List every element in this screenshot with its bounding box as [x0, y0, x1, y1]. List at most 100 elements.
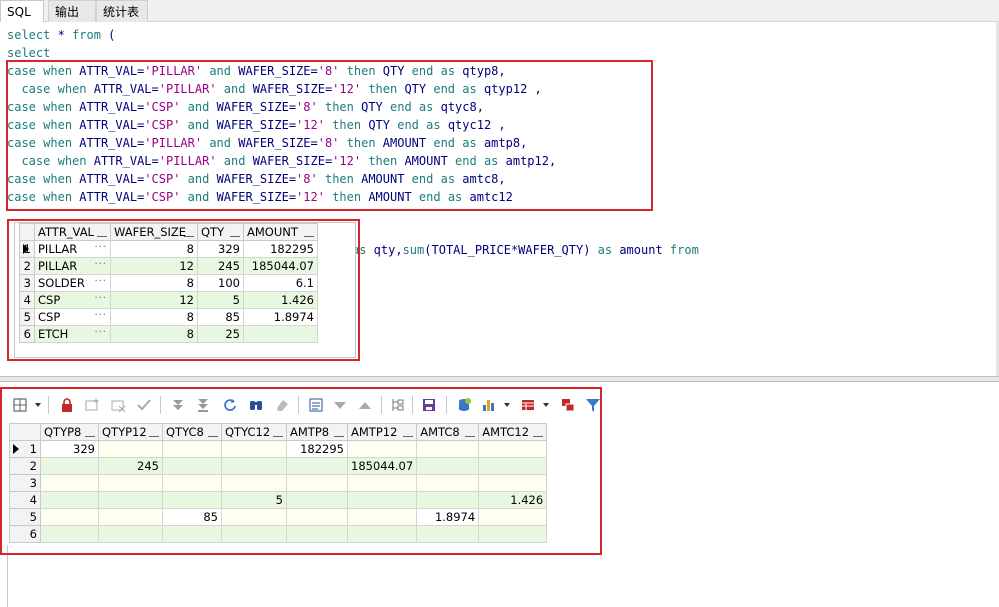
row-number[interactable]: 2: [9, 457, 41, 475]
cell-amtp8[interactable]: [286, 457, 348, 475]
cell-attr-val[interactable]: ETCH ···: [34, 325, 111, 343]
cell-attr-val[interactable]: PILLAR ···: [34, 240, 111, 258]
cell-qtyp8[interactable]: [40, 457, 99, 475]
result-col-amtc12[interactable]: AMTC12: [478, 423, 548, 441]
cell-wafer-size[interactable]: 8: [110, 325, 198, 343]
cell-wafer-size[interactable]: 8: [110, 308, 198, 326]
cell-attr-val[interactable]: CSP ···: [34, 308, 111, 326]
cell-attr-val[interactable]: CSP ···: [34, 291, 111, 309]
compare-icon[interactable]: [560, 397, 576, 413]
cell-qty[interactable]: 85: [197, 308, 244, 326]
ellipsis-icon[interactable]: ···: [94, 327, 107, 338]
cell-amtp8[interactable]: [286, 474, 348, 492]
cell-qtyp12[interactable]: [98, 525, 163, 543]
cell-amtc12[interactable]: [478, 508, 548, 526]
cell-qty[interactable]: 5: [197, 291, 244, 309]
cell-amtc8[interactable]: 1.8974: [416, 508, 480, 526]
row-number[interactable]: 4: [19, 291, 35, 309]
tab-output[interactable]: 输出: [48, 0, 96, 22]
cell-qtyc8[interactable]: [162, 491, 222, 509]
lock-icon[interactable]: [59, 397, 75, 413]
cell-amtc8[interactable]: [416, 440, 480, 458]
table-row[interactable]: 5 85 1.8974: [9, 508, 548, 526]
cell-qtyc8[interactable]: [162, 525, 222, 543]
cell-amtc8[interactable]: [416, 457, 480, 475]
cell-qtyc12[interactable]: [221, 440, 287, 458]
ellipsis-icon[interactable]: ···: [94, 276, 107, 287]
cell-amount[interactable]: 6.1: [243, 274, 318, 292]
new-record-icon[interactable]: [84, 397, 100, 413]
tab-statistics[interactable]: 统计表: [96, 0, 148, 22]
tab-sql[interactable]: SQL: [0, 0, 44, 23]
fetch-next-icon[interactable]: [170, 397, 186, 413]
cell-amtp12[interactable]: [346, 440, 418, 458]
cell-qtyp12[interactable]: 245: [98, 457, 163, 475]
cell-qtyp8[interactable]: [40, 491, 99, 509]
cell-amtp8[interactable]: [286, 508, 348, 526]
filter-icon[interactable]: [585, 397, 601, 413]
table-row[interactable]: 3 SOLDER ··· 8 100 6.1: [19, 274, 318, 292]
table-row[interactable]: 1 PILLAR ··· 8 329 182295: [19, 240, 318, 258]
query-icon[interactable]: [456, 397, 472, 413]
cell-qty[interactable]: 329: [197, 240, 244, 258]
cell-amount[interactable]: 1.426: [243, 291, 318, 309]
cell-amtc8[interactable]: [416, 491, 480, 509]
cell-qty[interactable]: 245: [197, 257, 244, 275]
cell-amtp12[interactable]: [346, 491, 418, 509]
result-col-qtyp12[interactable]: QTYP12: [98, 423, 163, 441]
table-row[interactable]: 6: [9, 525, 548, 543]
cell-amount[interactable]: 185044.07: [243, 257, 318, 275]
cell-wafer-size[interactable]: 12: [110, 257, 198, 275]
cell-attr-val[interactable]: SOLDER ···: [34, 274, 111, 292]
table-export-dropdown-icon[interactable]: [543, 403, 549, 407]
find-icon[interactable]: [248, 397, 264, 413]
cell-amtp12[interactable]: [346, 525, 418, 543]
table-row[interactable]: 2 PILLAR ··· 12 245 185044.07: [19, 257, 318, 275]
cell-amtp8[interactable]: 182295: [286, 440, 348, 458]
save-icon[interactable]: [421, 397, 437, 413]
cell-amount[interactable]: [243, 325, 318, 343]
cell-qtyp12[interactable]: [98, 491, 163, 509]
cell-qtyp12[interactable]: [98, 508, 163, 526]
result-col-qtyc12[interactable]: QTYC12: [221, 423, 287, 441]
cell-amount[interactable]: 182295: [243, 240, 318, 258]
sort-up-icon[interactable]: [357, 397, 373, 413]
cell-amtp8[interactable]: [286, 491, 348, 509]
row-number[interactable]: 1: [19, 240, 35, 258]
cell-qtyc8[interactable]: [162, 474, 222, 492]
cell-wafer-size[interactable]: 8: [110, 240, 198, 258]
cell-qtyp8[interactable]: [40, 508, 99, 526]
cell-amtc12[interactable]: [478, 474, 548, 492]
row-number[interactable]: 6: [9, 525, 41, 543]
row-number[interactable]: 6: [19, 325, 35, 343]
cell-qtyp12[interactable]: [98, 474, 163, 492]
post-check-icon[interactable]: [136, 397, 152, 413]
delete-record-icon[interactable]: [110, 397, 126, 413]
cell-qtyc12[interactable]: [221, 474, 287, 492]
cell-amtc8[interactable]: [416, 525, 480, 543]
cell-amtp12[interactable]: 185044.07: [346, 457, 418, 475]
ellipsis-icon[interactable]: ···: [94, 293, 107, 304]
row-number[interactable]: 3: [9, 474, 41, 492]
table-row[interactable]: 5 CSP ··· 8 85 1.8974: [19, 308, 318, 326]
cell-qty[interactable]: 25: [197, 325, 244, 343]
cell-amtc12[interactable]: [478, 457, 548, 475]
table-export-icon[interactable]: [520, 397, 536, 413]
result-col-qtyp8[interactable]: QTYP8: [40, 423, 99, 441]
table-row[interactable]: 3: [9, 474, 548, 492]
cell-qtyc8[interactable]: [162, 440, 222, 458]
table-row[interactable]: 1 329 182295: [9, 440, 548, 458]
table-row[interactable]: 4 CSP ··· 12 5 1.426: [19, 291, 318, 309]
row-number[interactable]: 1: [9, 440, 41, 458]
cell-amtp12[interactable]: [346, 508, 418, 526]
cell-wafer-size[interactable]: 8: [110, 274, 198, 292]
cell-qtyc8[interactable]: [162, 457, 222, 475]
cell-qtyc12[interactable]: [221, 508, 287, 526]
sql-editor-icon[interactable]: [308, 397, 324, 413]
result-col-amtp12[interactable]: AMTP12: [346, 423, 418, 441]
cell-qtyp8[interactable]: 329: [40, 440, 99, 458]
row-number[interactable]: 5: [19, 308, 35, 326]
chart-dropdown-icon[interactable]: [504, 403, 510, 407]
cell-qtyp8[interactable]: [40, 474, 99, 492]
chart-icon[interactable]: [481, 397, 497, 413]
